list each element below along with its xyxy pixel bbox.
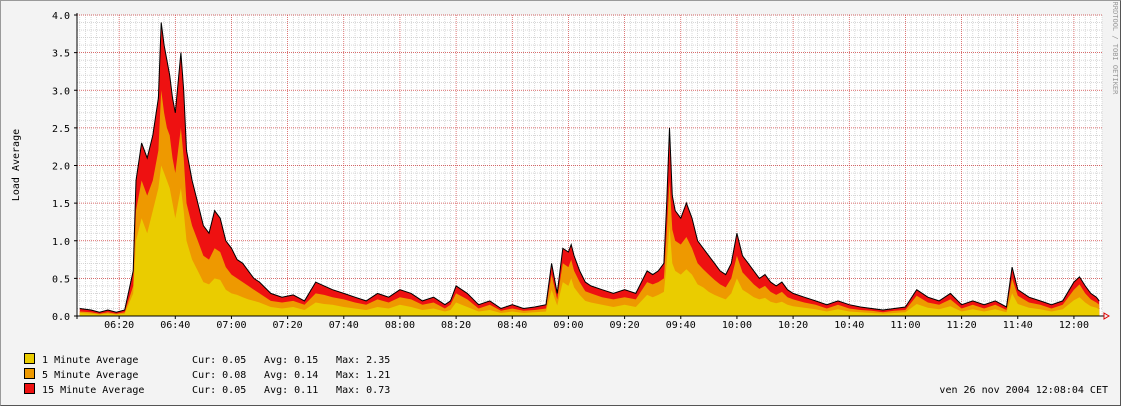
y-axis-label: Load Average	[11, 129, 22, 201]
x-tick-label: 10:00	[722, 320, 752, 331]
x-tick-label: 06:20	[104, 320, 134, 331]
x-axis-arrow-icon	[1103, 312, 1110, 320]
graph-timestamp: ven 26 nov 2004 12:08:04 CET	[939, 385, 1108, 396]
x-tick-label: 11:20	[947, 320, 977, 331]
y-tick-label: 4.0	[52, 11, 70, 22]
y-tick-label: 1.5	[52, 199, 70, 210]
legend-row-15min: 15 Minute Average Cur: 0.05 Avg: 0.11 Max: …	[12, 369, 390, 396]
rrdtool-watermark: RRDTOOL / TOBI OETIKER	[1111, 2, 1119, 96]
legend-row-1min: 1 Minute Average Cur: 0.05 Avg: 0.15 Max: 2…	[12, 339, 390, 366]
y-tick-label: 2.0	[52, 162, 70, 173]
x-tick-label: 07:40	[329, 320, 359, 331]
x-tick-label: 11:00	[890, 320, 920, 331]
x-tick-label: 09:40	[666, 320, 696, 331]
x-tick-label: 09:00	[553, 320, 583, 331]
y-tick-label: 2.5	[52, 124, 70, 135]
x-tick-label: 06:40	[160, 320, 190, 331]
x-tick-label: 08:40	[497, 320, 527, 331]
y-tick-label: 0.0	[52, 312, 70, 323]
x-tick-labels: 06:20 06:40 07:00 07:20 07:40 08:00 08:20 08:40…	[104, 320, 1089, 331]
y-tick-label: 3.5	[52, 49, 70, 60]
x-tick-label: 07:20	[273, 320, 303, 331]
y-tick-label: 0.5	[52, 274, 70, 285]
legend-row-5min: 5 Minute Average Cur: 0.08 Avg: 0.14 Max: 1…	[12, 354, 390, 381]
x-tick-label: 10:20	[778, 320, 808, 331]
load-average-chart: 0.0 0.5 1.0 1.5 2.0 2.5 3.0 3.5 4.0 06:20 06:40 07…	[11, 2, 1119, 331]
y-tick-label: 3.0	[52, 86, 70, 97]
x-tick-label: 10:40	[834, 320, 864, 331]
x-tick-label: 08:20	[441, 320, 471, 331]
x-tick-label: 07:00	[216, 320, 246, 331]
x-tick-label: 12:00	[1059, 320, 1089, 331]
legend-max-15min: Max: 0.73	[336, 385, 391, 396]
legend-cur-15min: Cur: 0.05	[192, 385, 247, 396]
x-tick-label: 11:40	[1003, 320, 1033, 331]
legend-label-15min: 15 Minute Average	[42, 385, 145, 396]
x-tick-label: 09:20	[610, 320, 640, 331]
y-tick-labels: 0.0 0.5 1.0 1.5 2.0 2.5 3.0 3.5 4.0	[52, 11, 70, 323]
x-tick-label: 08:00	[385, 320, 415, 331]
y-tick-label: 1.0	[52, 237, 70, 248]
legend-avg-15min: Avg: 0.11	[264, 385, 319, 396]
legend-swatch-15min	[24, 383, 36, 394]
